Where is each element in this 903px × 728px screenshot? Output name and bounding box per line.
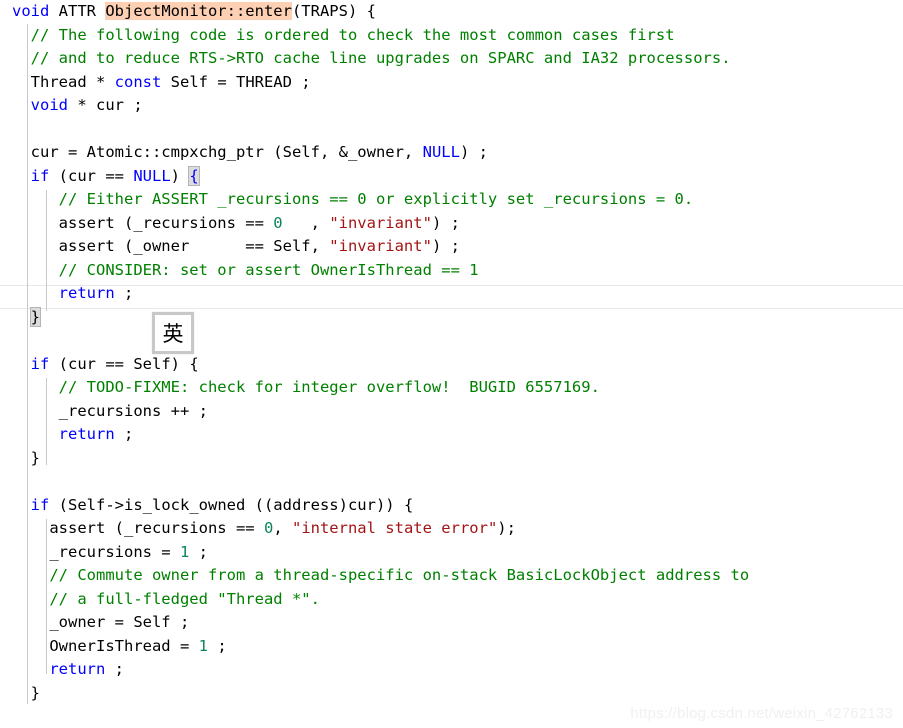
code-line-18[interactable]: _recursions ++ ; bbox=[0, 400, 903, 424]
code-line-24[interactable]: _recursions = 1 ; bbox=[0, 541, 903, 565]
code-line-20[interactable]: } bbox=[0, 447, 903, 471]
token-number: 0 bbox=[273, 213, 283, 232]
ime-mode-label: 英 bbox=[162, 322, 184, 346]
token-keyword: if bbox=[30, 166, 50, 185]
token-keyword: void bbox=[30, 96, 68, 114]
token-keyword: NULL bbox=[422, 143, 460, 161]
code-line-23[interactable]: assert (_recursions == 0, "internal stat… bbox=[0, 517, 903, 541]
token-number: 1 bbox=[179, 542, 190, 561]
token-comment: // CONSIDER: set or assert OwnerIsThread… bbox=[12, 260, 479, 279]
token-keyword: if bbox=[30, 354, 50, 373]
code-editor-surface[interactable]: void ATTR ObjectMonitor::enter(TRAPS) { … bbox=[0, 0, 903, 728]
code-line-15-blank[interactable] bbox=[0, 329, 903, 353]
code-line-29[interactable]: return ; bbox=[0, 658, 903, 682]
code-line-16[interactable]: if (cur == Self) { bbox=[0, 353, 903, 377]
token-comment: // TODO-FIXME: check for integer overflo… bbox=[12, 378, 600, 396]
code-line-8[interactable]: if (cur == NULL) { bbox=[0, 165, 903, 189]
code-line-28[interactable]: OwnerIsThread = 1 ; bbox=[0, 635, 903, 659]
code-line-12[interactable]: // CONSIDER: set or assert OwnerIsThread… bbox=[0, 259, 903, 283]
code-line-6-blank[interactable] bbox=[0, 118, 903, 142]
code-line-2[interactable]: // The following code is ordered to chec… bbox=[0, 24, 903, 48]
code-line-30[interactable]: } bbox=[0, 682, 903, 706]
code-text-area[interactable]: void ATTR ObjectMonitor::enter(TRAPS) { … bbox=[0, 0, 903, 705]
token-string: "invariant" bbox=[329, 237, 432, 255]
code-line-19[interactable]: return ; bbox=[0, 423, 903, 447]
code-line-21-blank[interactable] bbox=[0, 470, 903, 494]
token-comment: // a full-fledged "Thread *". bbox=[12, 589, 320, 608]
code-line-10[interactable]: assert (_recursions == 0 , "invariant") … bbox=[0, 212, 903, 236]
token-number: 0 bbox=[263, 519, 274, 537]
token-keyword: return bbox=[58, 425, 115, 443]
code-line-3[interactable]: // and to reduce RTS->RTO cache line upg… bbox=[0, 47, 903, 71]
code-line-13[interactable]: return ; bbox=[0, 282, 903, 306]
token-comment: // and to reduce RTS->RTO cache line upg… bbox=[12, 49, 731, 67]
code-line-25[interactable]: // Commute owner from a thread-specific … bbox=[0, 564, 903, 588]
code-line-4[interactable]: Thread * const Self = THREAD ; bbox=[0, 71, 903, 95]
token-comment: // The following code is ordered to chec… bbox=[12, 25, 675, 44]
token-comment: // Commute owner from a thread-specific … bbox=[12, 566, 750, 584]
code-line-14[interactable]: } bbox=[0, 306, 903, 330]
token-string: "internal state error" bbox=[291, 519, 498, 537]
matching-brace-open: { bbox=[188, 165, 200, 186]
token-comment: // Either ASSERT _recursions == 0 or exp… bbox=[12, 190, 694, 208]
token-keyword: return bbox=[49, 660, 106, 678]
token-string: "invariant" bbox=[329, 213, 432, 232]
code-line-9[interactable]: // Either ASSERT _recursions == 0 or exp… bbox=[0, 188, 903, 212]
watermark-text: https://blog.csdn.net/weixin_42762133 bbox=[630, 705, 893, 722]
token-keyword: NULL bbox=[133, 166, 171, 185]
matching-brace-close: } bbox=[29, 306, 42, 327]
ime-mode-indicator[interactable]: 英 bbox=[152, 312, 194, 354]
code-line-17[interactable]: // TODO-FIXME: check for integer overflo… bbox=[0, 376, 903, 400]
token-keyword: return bbox=[58, 284, 115, 302]
symbol-highlight: ObjectMonitor::enter bbox=[105, 2, 292, 20]
code-line-11[interactable]: assert (_owner == Self, "invariant") ; bbox=[0, 235, 903, 259]
token-keyword: const bbox=[114, 72, 162, 91]
code-line-1[interactable]: void ATTR ObjectMonitor::enter(TRAPS) { bbox=[0, 0, 903, 24]
code-line-27[interactable]: _owner = Self ; bbox=[0, 611, 903, 635]
code-line-26[interactable]: // a full-fledged "Thread *". bbox=[0, 588, 903, 612]
token-keyword: void bbox=[12, 2, 50, 20]
token-keyword: if bbox=[30, 495, 50, 514]
code-line-22[interactable]: if (Self->is_lock_owned ((address)cur)) … bbox=[0, 494, 903, 518]
token-number: 1 bbox=[198, 636, 208, 655]
code-line-5[interactable]: void * cur ; bbox=[0, 94, 903, 118]
code-line-7[interactable]: cur = Atomic::cmpxchg_ptr (Self, &_owner… bbox=[0, 141, 903, 165]
